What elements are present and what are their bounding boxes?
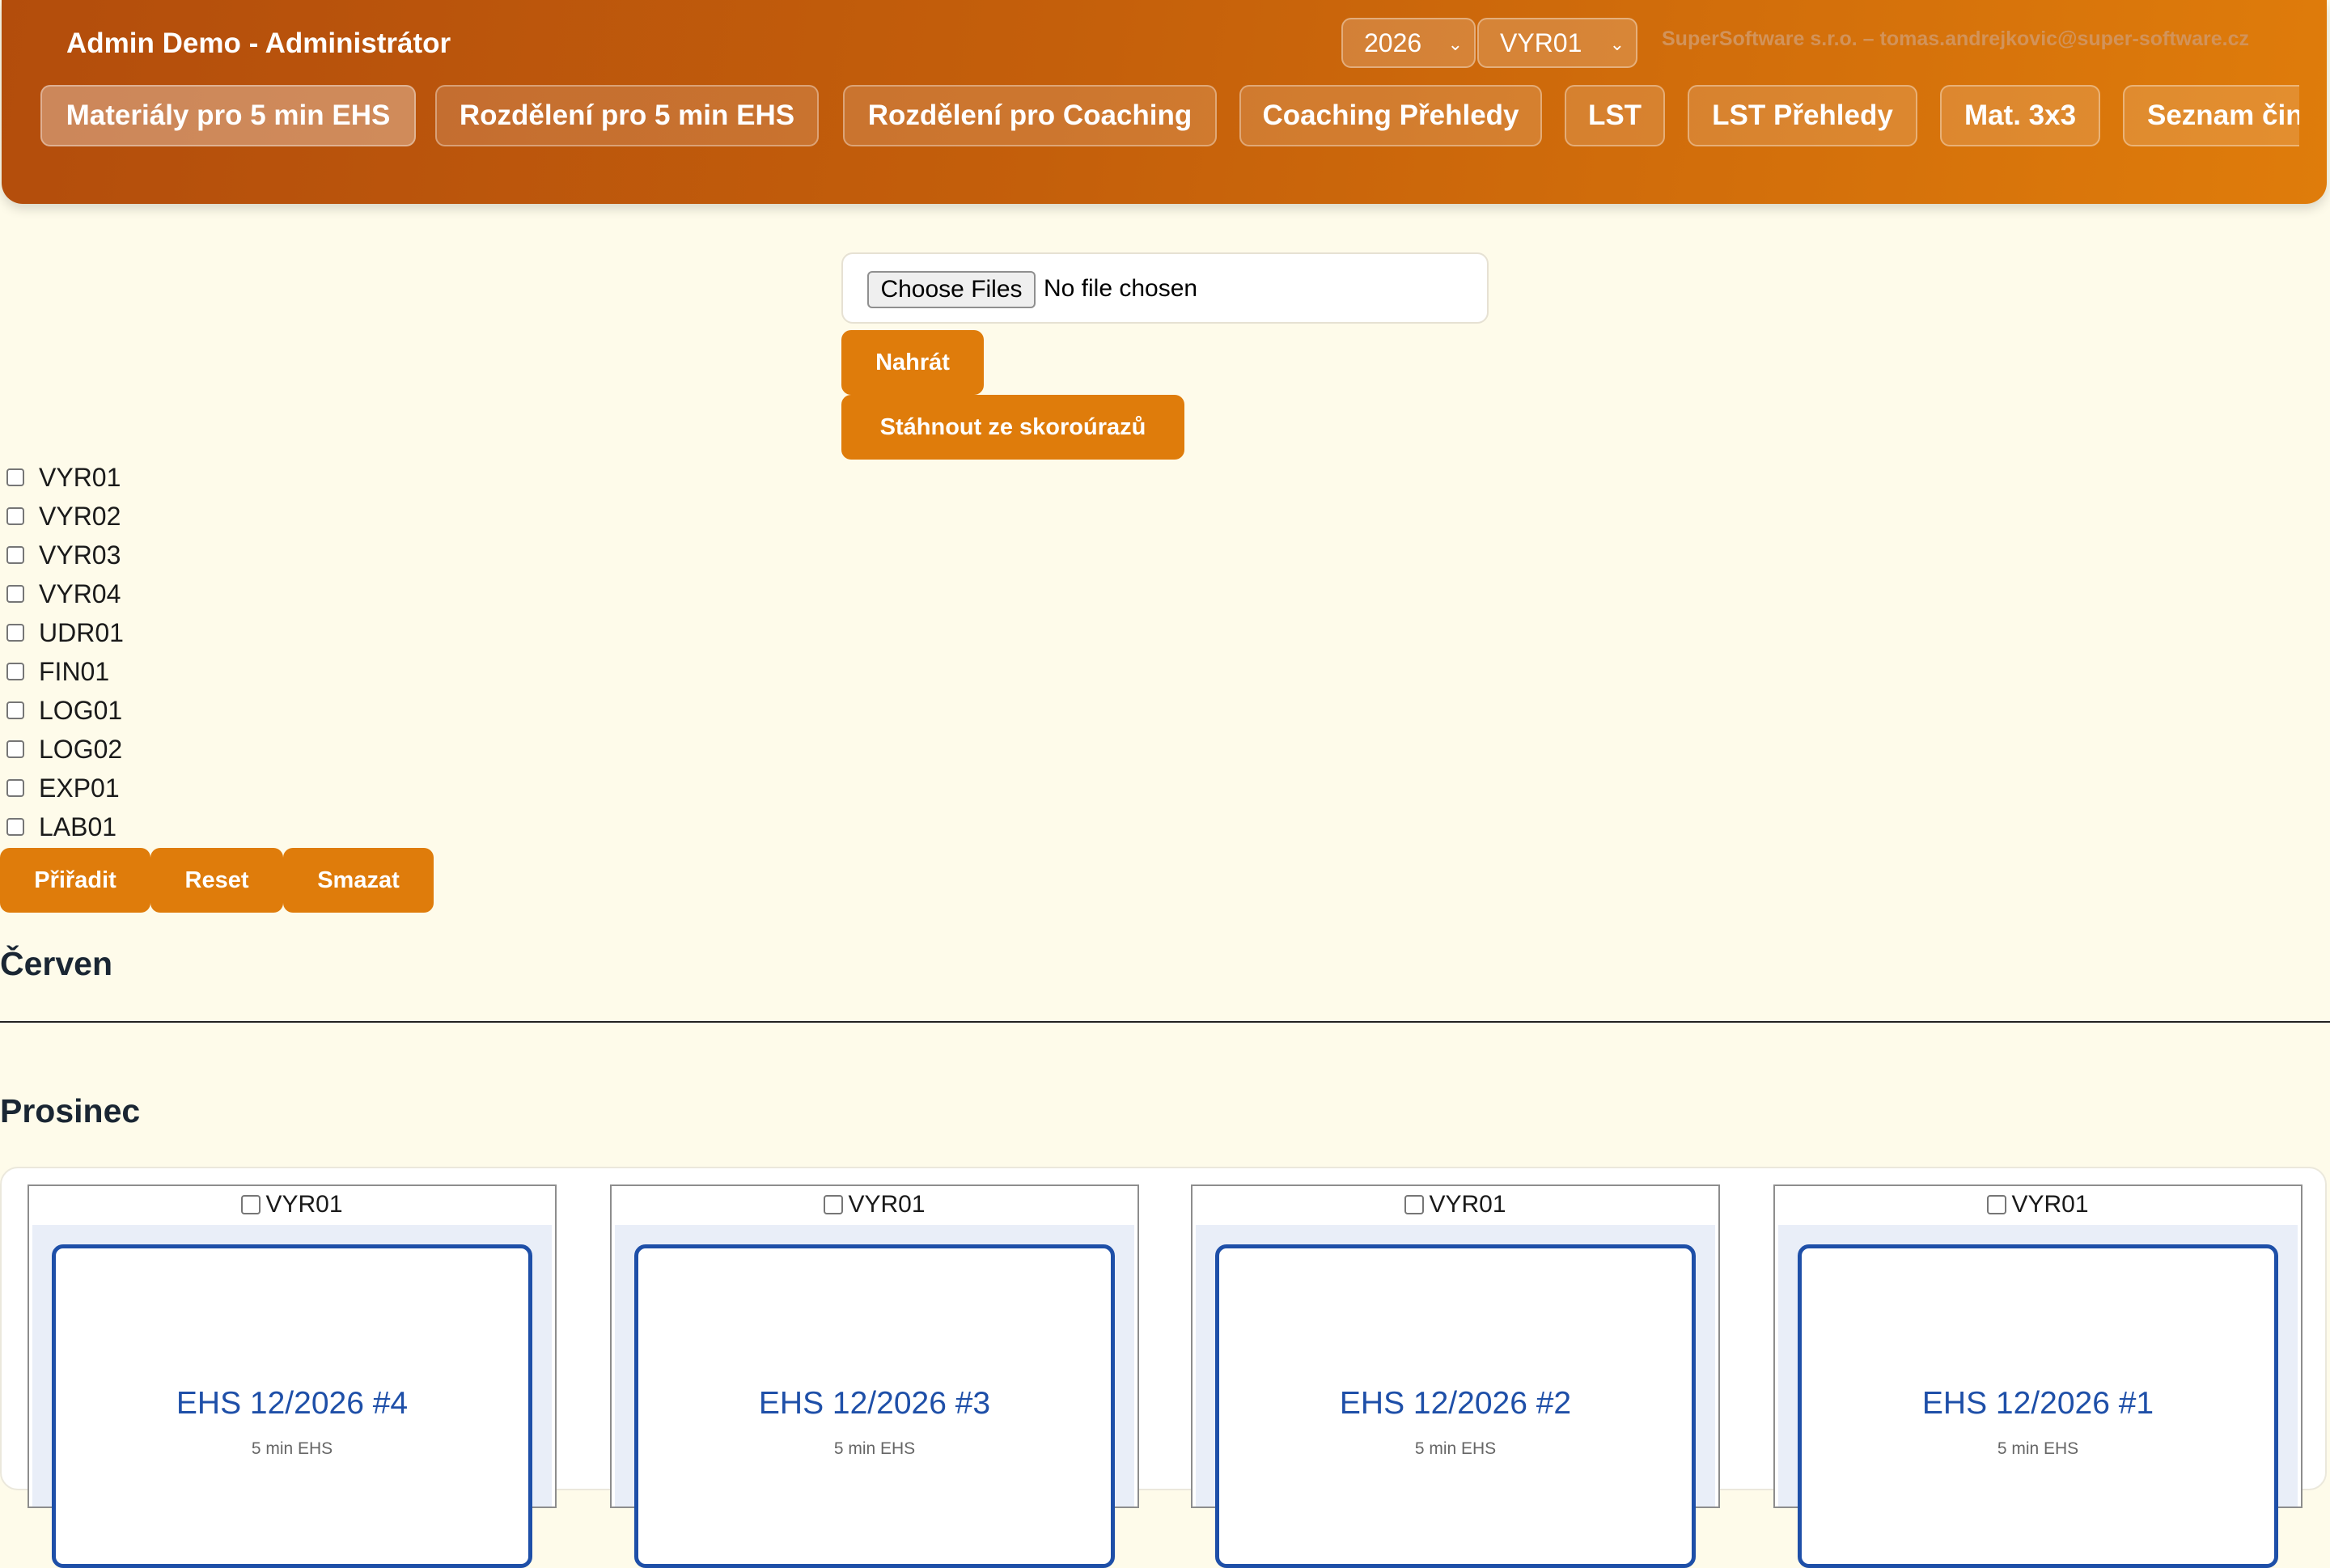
material-card: VYR01 EHS 12/2026 #4 5 min EHS: [28, 1184, 557, 1568]
unit-label: UDR01: [39, 617, 124, 647]
checkbox[interactable]: [824, 1195, 844, 1214]
checkbox[interactable]: [6, 585, 24, 603]
card-unit-select[interactable]: VYR01: [1193, 1186, 1718, 1223]
file-upload-field: Choose Files No file chosen: [841, 252, 1489, 324]
app-header: Admin Demo - Administrátor 2026 ⌄ VYR01 …: [2, 0, 2327, 204]
card-unit-label: VYR01: [265, 1191, 343, 1218]
nav-tabs: Materiály pro 5 min EHS Rozdělení pro 5 …: [40, 85, 2299, 148]
month-heading: Prosinec: [0, 1092, 141, 1129]
chevron-down-icon: ⌄: [1609, 34, 1625, 54]
checkbox[interactable]: [6, 468, 24, 486]
unit-label: VYR03: [39, 540, 121, 570]
reset-button[interactable]: Reset: [150, 848, 283, 913]
unit-option[interactable]: UDR01: [6, 613, 124, 652]
card-unit-label: VYR01: [848, 1191, 926, 1218]
material-type: 5 min EHS: [833, 1439, 916, 1458]
material-title: EHS 12/2026 #1: [1921, 1386, 2154, 1421]
checkbox[interactable]: [241, 1195, 261, 1214]
unit-label: VYR01: [39, 462, 121, 492]
material-tile[interactable]: EHS 12/2026 #3 5 min EHS: [634, 1244, 1115, 1568]
choose-files-button[interactable]: Choose Files: [867, 271, 1036, 308]
material-title: EHS 12/2026 #4: [176, 1386, 409, 1421]
tab-mat-3x3[interactable]: Mat. 3x3: [1940, 85, 2100, 146]
divider: [0, 1021, 2330, 1023]
material-type: 5 min EHS: [1997, 1439, 2079, 1458]
checkbox[interactable]: [6, 779, 24, 797]
checkbox[interactable]: [1404, 1195, 1425, 1214]
card-unit-select[interactable]: VYR01: [29, 1186, 555, 1223]
material-type: 5 min EHS: [251, 1439, 333, 1458]
card-body: EHS 12/2026 #2 5 min EHS: [1196, 1225, 1715, 1568]
unit-option[interactable]: LOG02: [6, 730, 124, 769]
delete-button[interactable]: Smazat: [283, 848, 434, 913]
material-title: EHS 12/2026 #2: [1339, 1386, 1572, 1421]
tab-materialy-5min-ehs[interactable]: Materiály pro 5 min EHS: [40, 85, 416, 146]
tab-lst-prehledy[interactable]: LST Přehledy: [1688, 85, 1917, 146]
unit-checkbox-list: VYR01 VYR02 VYR03 VYR04 UDR01 FIN01 LOG0…: [6, 458, 124, 846]
card-unit-label: VYR01: [1429, 1191, 1506, 1218]
material-card: VYR01 EHS 12/2026 #1 5 min EHS: [1773, 1184, 2302, 1568]
card-body: EHS 12/2026 #3 5 min EHS: [615, 1225, 1134, 1568]
unit-label: VYR04: [39, 578, 121, 608]
tab-coaching-prehledy[interactable]: Coaching Přehledy: [1239, 85, 1542, 146]
unit-option[interactable]: VYR02: [6, 497, 124, 536]
checkbox[interactable]: [6, 624, 24, 642]
checkbox[interactable]: [6, 740, 24, 758]
file-status: No file chosen: [1044, 275, 1198, 302]
checkbox[interactable]: [6, 507, 24, 525]
company-info: SuperSoftware s.r.o. – tomas.andrejkovic…: [1662, 28, 2250, 50]
checkbox[interactable]: [1987, 1195, 2007, 1214]
unit-option[interactable]: VYR03: [6, 536, 124, 574]
unit-select-value: VYR01: [1500, 28, 1582, 57]
download-near-miss-button[interactable]: Stáhnout ze skoroúrazů: [841, 395, 1184, 460]
unit-select[interactable]: VYR01 ⌄: [1477, 18, 1637, 68]
unit-option[interactable]: VYR04: [6, 574, 124, 613]
material-tile[interactable]: EHS 12/2026 #1 5 min EHS: [1798, 1244, 2278, 1568]
unit-label: FIN01: [39, 656, 110, 686]
checkbox[interactable]: [6, 701, 24, 719]
card-unit-select[interactable]: VYR01: [612, 1186, 1137, 1223]
tab-rozdeleni-coaching[interactable]: Rozdělení pro Coaching: [843, 85, 1217, 146]
unit-option[interactable]: FIN01: [6, 652, 124, 691]
year-select[interactable]: 2026 ⌄: [1341, 18, 1476, 68]
assign-button[interactable]: Přiřadit: [0, 848, 150, 913]
material-type: 5 min EHS: [1414, 1439, 1497, 1458]
year-select-value: 2026: [1364, 28, 1422, 57]
unit-label: LAB01: [39, 812, 117, 841]
unit-label: LOG02: [39, 734, 123, 764]
tab-lst[interactable]: LST: [1565, 85, 1665, 146]
tab-seznam-cin[interactable]: Seznam čin: [2123, 85, 2299, 146]
unit-option[interactable]: LAB01: [6, 807, 124, 846]
card-body: EHS 12/2026 #4 5 min EHS: [32, 1225, 552, 1568]
chevron-down-icon: ⌄: [1447, 34, 1463, 54]
card-body: EHS 12/2026 #1 5 min EHS: [1778, 1225, 2298, 1568]
unit-label: EXP01: [39, 773, 120, 803]
month-heading: Červen: [0, 945, 113, 982]
unit-option[interactable]: VYR01: [6, 458, 124, 497]
card-unit-select[interactable]: VYR01: [1775, 1186, 2301, 1223]
unit-option[interactable]: EXP01: [6, 769, 124, 807]
checkbox[interactable]: [6, 818, 24, 836]
checkbox[interactable]: [6, 663, 24, 680]
material-card: VYR01 EHS 12/2026 #2 5 min EHS: [1191, 1184, 1720, 1568]
app-title: Admin Demo - Administrátor: [66, 28, 451, 59]
material-tile[interactable]: EHS 12/2026 #2 5 min EHS: [1215, 1244, 1696, 1568]
material-card: VYR01 EHS 12/2026 #3 5 min EHS: [610, 1184, 1139, 1568]
material-tile[interactable]: EHS 12/2026 #4 5 min EHS: [52, 1244, 532, 1568]
card-unit-label: VYR01: [2011, 1191, 2089, 1218]
unit-label: LOG01: [39, 695, 123, 725]
unit-label: VYR02: [39, 501, 121, 531]
material-title: EHS 12/2026 #3: [758, 1386, 991, 1421]
checkbox[interactable]: [6, 546, 24, 564]
upload-button[interactable]: Nahrát: [841, 330, 984, 395]
tab-rozdeleni-5min-ehs[interactable]: Rozdělení pro 5 min EHS: [435, 85, 819, 146]
unit-option[interactable]: LOG01: [6, 691, 124, 730]
